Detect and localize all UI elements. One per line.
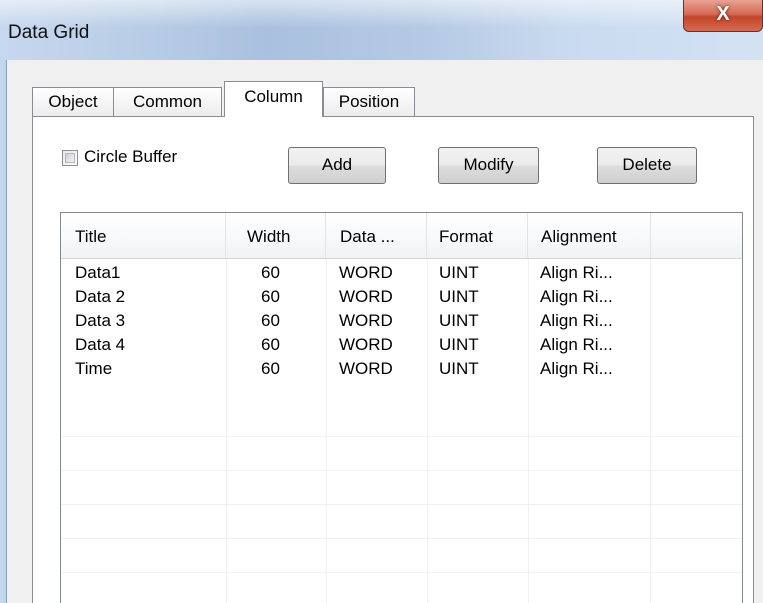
close-icon: X (716, 3, 730, 25)
empty-grid-row (61, 573, 742, 603)
column-header-title[interactable]: Title (61, 213, 226, 258)
cell-alignment: Align Ri... (540, 311, 613, 330)
cell-data-type: WORD (339, 359, 393, 378)
cell-width: 60 (261, 311, 280, 330)
cell-width: 60 (261, 263, 280, 282)
grid-column-divider (528, 259, 529, 603)
column-header-format[interactable]: Format (427, 213, 528, 258)
empty-grid-row (61, 437, 742, 471)
title-bar[interactable]: Data Grid X (0, 0, 763, 60)
cell-alignment: Align Ri... (540, 287, 613, 306)
data-grid-dialog: Data Grid X Object Common Column Positio… (0, 0, 763, 603)
cell-title: Data 4 (75, 335, 126, 354)
delete-button[interactable]: Delete (597, 147, 697, 184)
tab-column-label: Column (244, 87, 303, 106)
table-row[interactable]: Data 4 60 WORD UINT Align Ri... (61, 333, 742, 357)
cell-data-type: WORD (339, 311, 393, 330)
empty-grid-row (61, 505, 742, 539)
tab-object[interactable]: Object (32, 87, 114, 116)
empty-grid-row (61, 403, 742, 437)
cell-width: 60 (261, 287, 280, 306)
cell-format: UINT (439, 311, 479, 330)
empty-grid-row (61, 539, 742, 573)
grid-column-divider (427, 259, 428, 603)
column-header-width[interactable]: Width (226, 213, 326, 258)
cell-data-type: WORD (339, 287, 393, 306)
cell-format: UINT (439, 335, 479, 354)
tab-common-label: Common (133, 92, 202, 111)
window-title: Data Grid (8, 22, 90, 43)
cell-alignment: Align Ri... (540, 263, 613, 282)
cell-title: Data 3 (75, 311, 126, 330)
table-row[interactable]: Data 3 60 WORD UINT Align Ri... (61, 309, 742, 333)
cell-format: UINT (439, 287, 479, 306)
cell-alignment: Align Ri... (540, 335, 613, 354)
empty-grid-row (61, 471, 742, 505)
grid-column-divider (650, 259, 651, 603)
tab-position[interactable]: Position (323, 87, 415, 116)
tab-position-label: Position (338, 92, 400, 111)
tab-object-label: Object (48, 92, 98, 111)
cell-format: UINT (439, 359, 479, 378)
column-header-alignment[interactable]: Alignment (528, 213, 651, 258)
cell-data-type: WORD (339, 335, 393, 354)
table-row[interactable]: Data 2 60 WORD UINT Align Ri... (61, 285, 742, 309)
cell-width: 60 (261, 359, 280, 378)
close-button[interactable]: X (683, 0, 763, 32)
table-row[interactable]: Time 60 WORD UINT Align Ri... (61, 357, 742, 381)
cell-format: UINT (439, 263, 479, 282)
grid-column-divider (226, 259, 227, 603)
cell-alignment: Align Ri... (540, 359, 613, 378)
cell-title: Time (75, 359, 113, 378)
cell-data-type: WORD (339, 263, 393, 282)
column-grid[interactable]: Title Width Data ... Format Alignment Da… (60, 212, 743, 603)
circle-buffer-checkbox[interactable] (62, 150, 78, 166)
add-button[interactable]: Add (288, 147, 386, 184)
modify-button[interactable]: Modify (438, 147, 539, 184)
cell-title: Data 2 (75, 287, 126, 306)
grid-header: Title Width Data ... Format Alignment (61, 213, 742, 259)
column-header-data-type[interactable]: Data ... (326, 213, 427, 258)
table-row[interactable]: Data1 60 WORD UINT Align Ri... (61, 261, 742, 285)
grid-column-divider (326, 259, 327, 603)
circle-buffer-label[interactable]: Circle Buffer (84, 147, 177, 167)
cell-width: 60 (261, 335, 280, 354)
cell-title: Data1 (75, 263, 121, 282)
tab-common[interactable]: Common (113, 87, 222, 116)
tab-column[interactable]: Column (224, 81, 323, 117)
